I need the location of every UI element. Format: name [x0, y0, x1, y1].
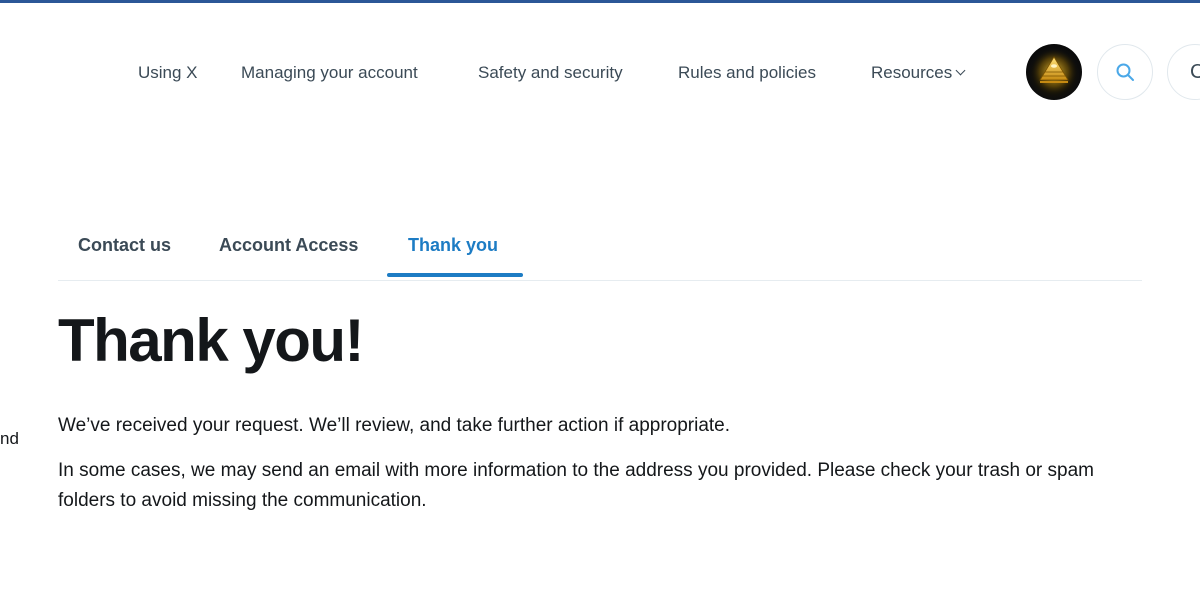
nav-item-using-x[interactable]: Using X [138, 60, 198, 86]
nav-item-managing-account[interactable]: Managing your account [241, 60, 418, 86]
nav-item-resources-label: Resources [871, 63, 953, 82]
header-extra-glyph: C [1190, 61, 1200, 83]
top-accent-bar [0, 0, 1200, 3]
email-notice-message: In some cases, we may send an email with… [58, 460, 1094, 511]
left-edge-text-fragment: nd [0, 429, 19, 448]
chevron-down-icon [955, 65, 966, 76]
confirmation-message: We’ve received your request. We’ll revie… [58, 415, 731, 436]
nav-item-rules-policies[interactable]: Rules and policies [678, 60, 816, 86]
tab-bar: Contact us Account Access Thank you [58, 228, 1142, 281]
tab-thank-you[interactable]: Thank you [408, 234, 498, 256]
help-center-page: Using X Managing your account Safety and… [0, 0, 1200, 593]
search-icon [1116, 63, 1134, 81]
tab-account-access[interactable]: Account Access [219, 234, 358, 256]
tab-contact-us[interactable]: Contact us [78, 234, 171, 256]
avatar[interactable] [1026, 44, 1082, 100]
search-button[interactable] [1097, 44, 1153, 100]
active-tab-indicator [387, 273, 523, 277]
nav-item-resources[interactable]: Resources [871, 60, 966, 86]
header-extra-button[interactable]: C [1167, 44, 1200, 100]
golden-pyramid-avatar-icon [1030, 48, 1078, 96]
main-nav: Using X Managing your account Safety and… [0, 60, 1000, 86]
page-title: Thank you! [58, 307, 365, 374]
nav-item-safety-security[interactable]: Safety and security [478, 60, 623, 86]
